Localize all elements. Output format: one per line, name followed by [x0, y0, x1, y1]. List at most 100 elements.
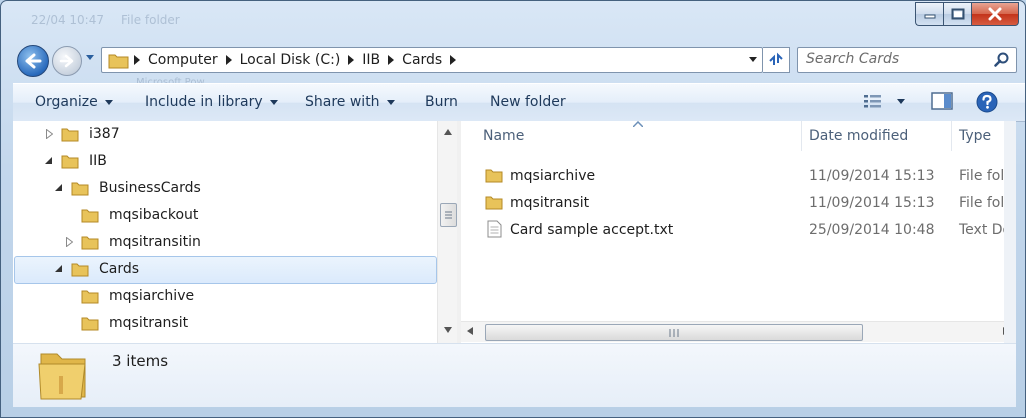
breadcrumb-separator-icon[interactable] — [130, 55, 144, 65]
background-text: 22/04 10:47 — [31, 13, 104, 27]
refresh-button[interactable] — [763, 47, 790, 73]
file-row[interactable]: mqsitransit 11/09/2014 15:13 File folde — [461, 190, 1016, 216]
back-button[interactable] — [17, 45, 49, 77]
help-button[interactable] — [976, 91, 998, 113]
breadcrumb-separator-icon[interactable] — [222, 55, 236, 65]
tree-item-cards[interactable]: Cards — [53, 256, 139, 282]
refresh-icon — [769, 52, 783, 65]
search-icon[interactable] — [994, 52, 1010, 68]
chevron-down-icon — [386, 99, 395, 105]
column-divider[interactable] — [801, 121, 802, 151]
change-view-button[interactable] — [863, 93, 905, 109]
expanded-arrow-icon[interactable] — [53, 184, 65, 192]
expanded-arrow-icon[interactable] — [53, 265, 65, 273]
column-header-type[interactable]: Type — [959, 121, 991, 151]
column-header-date-modified[interactable]: Date modified — [809, 121, 908, 151]
item-count: 3 items — [112, 352, 169, 370]
file-list-horizontal-scrollbar[interactable] — [461, 321, 1016, 342]
breadcrumb-computer[interactable]: Computer — [144, 48, 222, 72]
breadcrumb-separator-icon[interactable] — [446, 55, 460, 65]
expanded-arrow-icon[interactable] — [43, 157, 55, 165]
details-view-icon — [864, 95, 881, 108]
close-button[interactable] — [971, 2, 1019, 26]
tree-scrollbar[interactable] — [437, 121, 457, 343]
address-bar[interactable]: Computer Local Disk (C:) IIB Cards — [101, 47, 763, 73]
share-with-label: Share with — [305, 94, 380, 110]
tree-item-i387[interactable]: i387 — [43, 121, 120, 147]
organize-label: Organize — [35, 94, 98, 110]
file-name: mqsitransit — [510, 195, 590, 211]
scroll-left-arrow-icon[interactable] — [467, 327, 473, 335]
file-list-vertical-scrollbar[interactable] — [1004, 121, 1016, 343]
help-icon — [976, 91, 998, 113]
folder-icon — [81, 209, 99, 223]
maximize-icon — [951, 8, 964, 20]
content-area: i387 IIB BusinessCards mqsibackout mqsit — [13, 121, 1016, 344]
column-divider[interactable] — [951, 121, 952, 151]
tree-scrollbar-thumb[interactable] — [440, 203, 457, 227]
search-box[interactable] — [797, 47, 1017, 73]
explorer-window: 22/04 10:47 File folder Microsoft Pow Co… — [0, 0, 1026, 418]
horizontal-scrollbar-thumb[interactable] — [485, 324, 863, 341]
folder-icon — [81, 236, 99, 250]
breadcrumb-separator-icon[interactable] — [384, 55, 398, 65]
folder-open-icon — [71, 182, 89, 196]
breadcrumb-cards[interactable]: Cards — [398, 48, 446, 72]
breadcrumb-iib[interactable]: IIB — [358, 48, 384, 72]
tree-item-label: BusinessCards — [99, 180, 201, 196]
caption-buttons — [915, 2, 1019, 26]
tree-item-label: IIB — [89, 153, 107, 169]
folder-open-icon — [71, 263, 89, 277]
file-list[interactable]: Name Date modified Type mqsiarchive 11/0… — [461, 121, 1016, 343]
collapsed-arrow-icon[interactable] — [63, 237, 75, 247]
close-icon — [988, 7, 1002, 21]
chevron-down-icon — [269, 99, 278, 105]
file-name: mqsiarchive — [510, 168, 596, 184]
tree-item-mqsibackout[interactable]: mqsibackout — [63, 202, 198, 228]
breadcrumb-local-disk[interactable]: Local Disk (C:) — [236, 48, 345, 72]
include-in-library-menu[interactable]: Include in library — [145, 94, 278, 110]
share-with-menu[interactable]: Share with — [305, 94, 395, 110]
navigation-pane[interactable]: i387 IIB BusinessCards mqsibackout mqsit — [13, 121, 457, 343]
file-row[interactable]: Card sample accept.txt 25/09/2014 10:48 … — [461, 217, 1016, 243]
search-input[interactable] — [798, 48, 986, 70]
address-history-dropdown-icon[interactable] — [748, 54, 758, 64]
preview-pane-button[interactable] — [931, 92, 953, 110]
chevron-down-icon — [897, 98, 905, 104]
burn-button[interactable]: Burn — [425, 94, 458, 110]
minimize-button[interactable] — [915, 2, 943, 26]
chevron-down-icon — [104, 99, 113, 105]
forward-arrow-icon — [59, 54, 74, 68]
collapsed-arrow-icon[interactable] — [43, 129, 55, 139]
tree-item-label: mqsitransit — [109, 315, 189, 331]
large-folder-icon — [38, 353, 86, 400]
scroll-down-arrow-icon[interactable] — [444, 327, 452, 333]
tree-item-iib[interactable]: IIB — [43, 148, 107, 174]
new-folder-button[interactable]: New folder — [490, 94, 566, 110]
folder-icon — [81, 290, 99, 304]
sort-ascending-icon — [633, 121, 643, 127]
breadcrumb-separator-icon[interactable] — [344, 55, 358, 65]
details-pane: 3 items — [13, 344, 1016, 407]
background-text: File folder — [121, 13, 180, 27]
tree-item-businesscards[interactable]: BusinessCards — [53, 175, 201, 201]
tree-item-mqsiarchive[interactable]: mqsiarchive — [63, 283, 194, 309]
forward-button[interactable] — [52, 46, 82, 76]
column-header-name[interactable]: Name — [483, 121, 524, 151]
maximize-button[interactable] — [943, 2, 971, 26]
scroll-up-arrow-icon[interactable] — [444, 129, 452, 135]
tree-item-mqsitransitin[interactable]: mqsitransitin — [63, 229, 201, 255]
folder-icon — [485, 196, 503, 210]
grip-icon — [445, 211, 452, 219]
minimize-icon — [924, 14, 935, 19]
organize-menu[interactable]: Organize — [35, 94, 113, 110]
include-in-library-label: Include in library — [145, 94, 263, 110]
text-file-icon — [487, 220, 502, 238]
tree-item-label: Cards — [99, 261, 140, 277]
preview-pane-icon — [931, 92, 953, 110]
tree-item-mqsitransit[interactable]: mqsitransit — [63, 310, 188, 336]
recent-pages-dropdown-icon[interactable] — [85, 54, 95, 61]
file-row[interactable]: mqsiarchive 11/09/2014 15:13 File folde — [461, 163, 1016, 189]
folder-open-icon — [61, 155, 79, 169]
tree-item-label: mqsiarchive — [109, 288, 195, 304]
